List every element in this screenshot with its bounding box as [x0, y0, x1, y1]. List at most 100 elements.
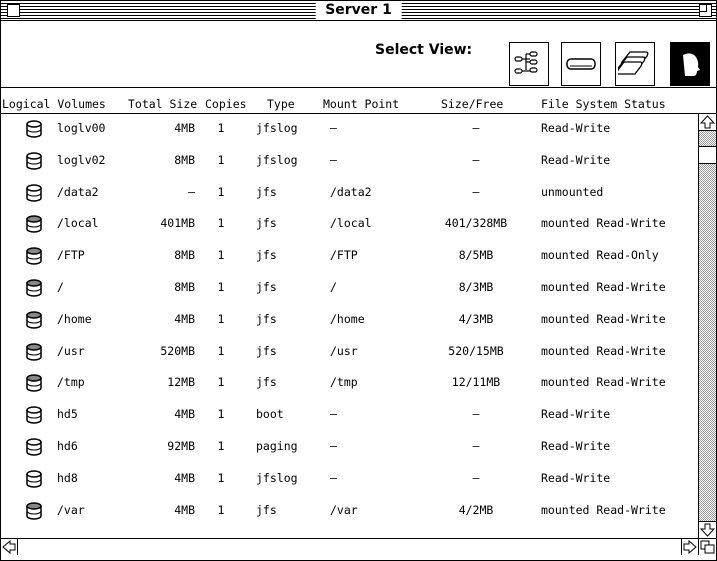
volume-row[interactable]: hd8 4MB 1 jfslog – – Read-Write	[1, 464, 698, 495]
disk-view-button[interactable]	[561, 42, 601, 86]
volume-fs-status: mounted Read-Write	[541, 502, 666, 517]
up-arrow-icon	[699, 115, 716, 129]
volume-mount-point: /	[330, 280, 337, 294]
zoom-box[interactable]	[699, 4, 712, 17]
volume-row[interactable]: /var 4MB 1 jfs/var 4/2MB mounted Read-Write	[1, 496, 698, 527]
volume-type: paging	[256, 439, 298, 453]
volume-total-size: 8MB	[174, 248, 195, 263]
view-toolbar: Select View:	[1, 21, 716, 88]
title-bar[interactable]: Server 1	[1, 1, 716, 21]
volume-list[interactable]: loglv00 4MB 1 jfslog – – Read-Write loglv02 8MB 1…	[1, 114, 698, 538]
down-arrow-icon	[699, 523, 716, 537]
volume-row[interactable]: loglv00 4MB 1 jfslog – – Read-Write	[1, 114, 698, 145]
column-total-size[interactable]: Total Size	[128, 97, 197, 111]
volume-total-size: 4MB	[174, 407, 195, 422]
empty-cylinder-icon[interactable]	[25, 183, 43, 206]
filled-cylinder-icon[interactable]	[25, 310, 43, 333]
volume-fs-status: Read-Write	[541, 407, 611, 422]
column-mount-point[interactable]: Mount Point	[323, 97, 399, 111]
scroll-thumb[interactable]	[699, 146, 716, 164]
volume-mount-point: /FTP	[330, 248, 358, 263]
column-type[interactable]: Type	[267, 97, 295, 111]
close-box[interactable]	[7, 4, 20, 17]
scroll-right-arrow[interactable]	[681, 539, 698, 555]
empty-cylinder-icon[interactable]	[25, 119, 43, 142]
column-size-free[interactable]: Size/Free	[441, 97, 503, 111]
volume-row[interactable]: /home 4MB 1 jfs/home 4/3MB mounted Read-Write	[1, 305, 698, 336]
filled-cylinder-icon[interactable]	[25, 342, 43, 365]
volume-mount-point: –	[330, 439, 337, 453]
tree-view-button[interactable]	[509, 42, 549, 86]
volume-mount-point: /local	[330, 216, 372, 231]
filled-cylinder-icon[interactable]	[25, 278, 43, 301]
empty-cylinder-icon[interactable]	[25, 469, 43, 492]
volume-total-size: –	[188, 184, 195, 199]
volume-name: /tmp	[57, 375, 85, 390]
volume-copies: 1	[217, 184, 225, 199]
volume-fs-status: Read-Write	[541, 121, 611, 135]
volume-copies: 1	[217, 439, 225, 453]
volume-copies: 1	[217, 502, 225, 517]
head-view-button[interactable]	[670, 42, 710, 86]
volume-row[interactable]: /usr 520MB 1 jfs/usr 520/15MB mounted Read-Wr…	[1, 337, 698, 368]
volume-size-free: 4/2MB	[458, 502, 494, 517]
tree-icon	[514, 51, 538, 74]
left-arrow-icon	[2, 539, 16, 555]
volume-copies: 1	[217, 470, 225, 485]
volume-row[interactable]: loglv02 8MB 1 jfslog – – Read-Write	[1, 146, 698, 177]
grow-box[interactable]	[698, 538, 716, 555]
scroll-left-arrow[interactable]	[1, 539, 18, 555]
volume-name: hd6	[57, 439, 78, 453]
volume-name: /	[57, 280, 64, 294]
vertical-scrollbar[interactable]	[698, 114, 716, 538]
volume-fs-status: mounted Read-Only	[541, 248, 659, 263]
scroll-up-arrow[interactable]	[699, 114, 716, 131]
select-view-label: Select View:	[375, 42, 473, 58]
volume-total-size: 92MB	[167, 439, 195, 453]
volume-size-free: 8/5MB	[458, 248, 494, 263]
volume-mount-point: /var	[330, 502, 358, 517]
column-copies[interactable]: Copies	[205, 97, 247, 111]
volume-name: /FTP	[57, 248, 85, 263]
volume-row[interactable]: hd5 4MB 1 boot – – Read-Write	[1, 400, 698, 431]
volume-row[interactable]: /data2 – 1 jfs/data2 – unmounted	[1, 178, 698, 209]
column-fs-status[interactable]: File System Status	[541, 97, 666, 111]
volume-size-free: –	[472, 184, 480, 199]
volume-name: /data2	[57, 184, 99, 199]
volume-row[interactable]: / 8MB 1 jfs / 8/3MB mounted Read-Write	[1, 273, 698, 304]
volume-name: hd5	[57, 407, 78, 422]
volume-size-free: –	[472, 152, 480, 167]
volume-total-size: 4MB	[174, 121, 195, 135]
volume-type: jfslog	[256, 121, 298, 135]
volume-total-size: 4MB	[174, 502, 195, 517]
volume-copies: 1	[217, 407, 225, 422]
volume-fs-status: Read-Write	[541, 152, 611, 167]
volume-copies: 1	[217, 311, 225, 326]
volume-total-size: 520MB	[160, 343, 195, 358]
filled-cylinder-icon[interactable]	[25, 373, 43, 396]
empty-cylinder-icon[interactable]	[25, 405, 43, 428]
volume-row[interactable]: /tmp 12MB 1 jfs/tmp 12/11MB mounted Read-Writ…	[1, 368, 698, 399]
volume-total-size: 8MB	[174, 280, 195, 294]
volume-total-size: 12MB	[167, 375, 195, 390]
filled-cylinder-icon[interactable]	[25, 246, 43, 269]
volume-fs-status: mounted Read-Write	[541, 343, 666, 358]
volume-row[interactable]: hd6 92MB 1 paging – – Read-Write	[1, 432, 698, 463]
empty-cylinder-icon[interactable]	[25, 437, 43, 460]
filled-cylinder-icon[interactable]	[25, 501, 43, 524]
filled-cylinder-icon[interactable]	[25, 214, 43, 237]
volume-mount-point: –	[330, 121, 337, 135]
volume-row[interactable]: /local 401MB 1 jfs/local 401/328MB mounted Re…	[1, 209, 698, 240]
volume-fs-status: unmounted	[541, 184, 604, 199]
volume-row[interactable]: /FTP 8MB 1 jfs/FTP 8/5MB mounted Read-Only	[1, 241, 698, 272]
volume-fs-status: mounted Read-Write	[541, 375, 666, 390]
column-logical-volumes[interactable]: Logical Volumes	[2, 97, 106, 111]
empty-cylinder-icon[interactable]	[25, 151, 43, 174]
stack-view-button[interactable]	[615, 42, 655, 86]
volume-mount-point: –	[330, 407, 337, 422]
volume-mount-point: /home	[330, 311, 365, 326]
horizontal-scrollbar[interactable]	[1, 538, 698, 555]
volume-copies: 1	[217, 152, 225, 167]
volume-copies: 1	[217, 248, 225, 263]
scroll-down-arrow[interactable]	[699, 521, 716, 538]
